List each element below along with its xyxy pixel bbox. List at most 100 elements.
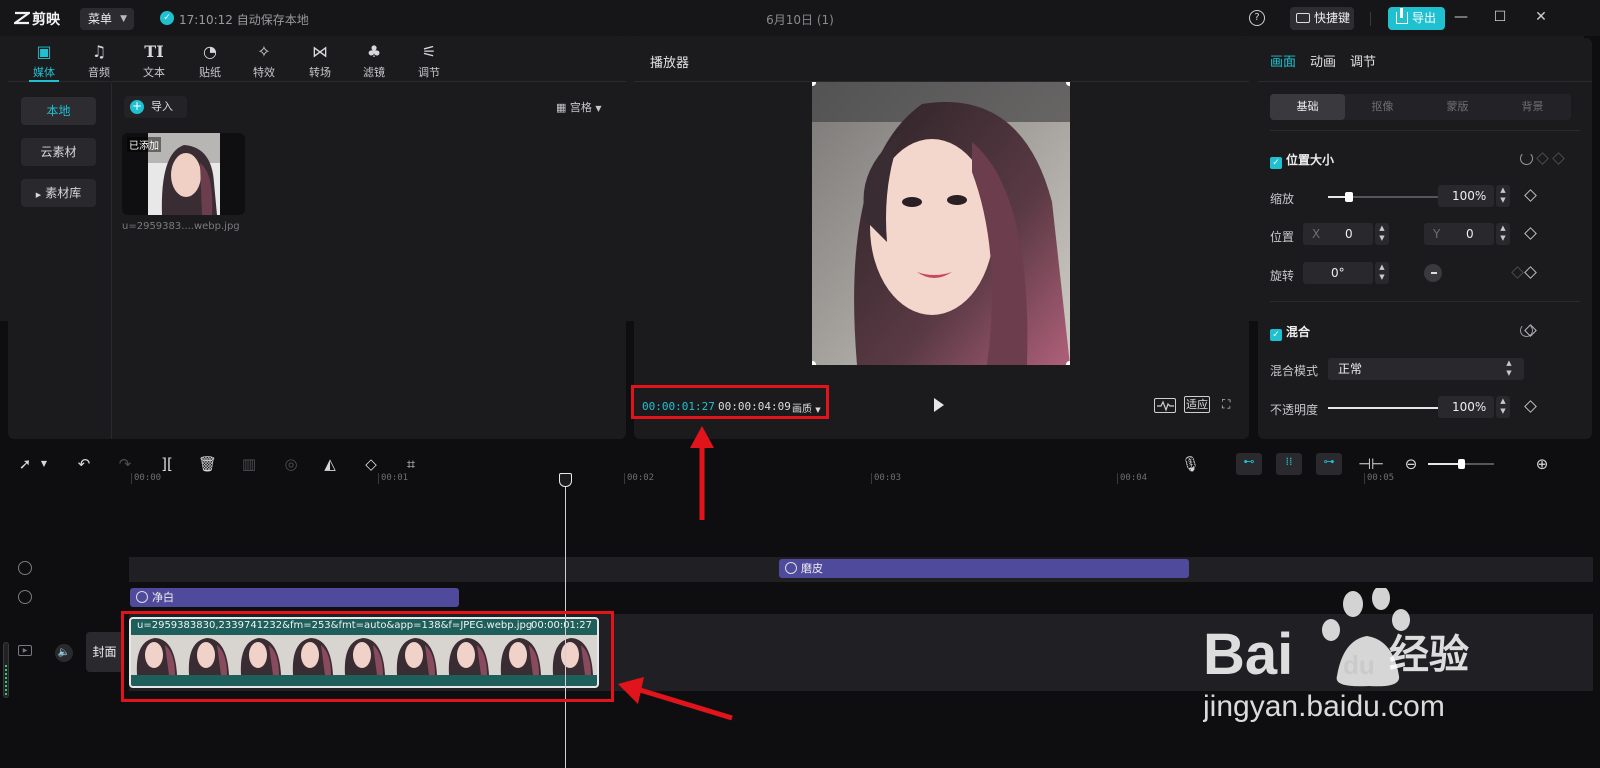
divider xyxy=(1270,301,1580,302)
zoom-in-icon[interactable]: ⊕ xyxy=(1533,455,1551,473)
blend-mode-select[interactable]: 正常 xyxy=(1328,358,1524,380)
video-preview[interactable] xyxy=(812,82,1070,365)
resize-handle[interactable] xyxy=(1066,361,1070,365)
tab-label: 媒体 xyxy=(33,66,55,79)
magnet-icon[interactable]: ⊷ xyxy=(1236,453,1262,475)
slider-handle[interactable] xyxy=(1344,192,1353,202)
fullscreen-icon[interactable]: ⛶ xyxy=(1222,397,1236,411)
add-keyframe-icon[interactable] xyxy=(1524,400,1537,413)
reset-icon[interactable] xyxy=(1520,152,1533,165)
effect-clip-skin-smoothing[interactable]: 磨皮 xyxy=(779,559,1189,578)
sidebar-item-cloud[interactable]: 云素材 xyxy=(21,138,96,166)
add-keyframe-icon[interactable] xyxy=(1524,266,1537,279)
scale-slider[interactable] xyxy=(1328,192,1444,202)
position-label: 位置 xyxy=(1270,230,1295,244)
microphone-icon[interactable]: 🎙 xyxy=(1181,455,1200,473)
tab-label: 文本 xyxy=(143,66,165,79)
fit-button[interactable]: 适应 xyxy=(1184,396,1210,413)
align-icon[interactable]: ⊣⊢ xyxy=(1358,455,1384,473)
close-icon[interactable]: ✕ xyxy=(1533,9,1549,25)
scale-stepper[interactable]: ▲ ▼ xyxy=(1496,185,1510,207)
checkbox-checked-icon[interactable]: ✓ xyxy=(1270,157,1282,169)
add-keyframe-icon[interactable] xyxy=(1524,227,1537,240)
subtab-background[interactable]: 背景 xyxy=(1495,94,1570,120)
rotate-input[interactable]: 0° xyxy=(1303,262,1373,284)
subtab-cutout[interactable]: 抠像 xyxy=(1345,94,1420,120)
tab-transition[interactable]: ⋈ 转场 xyxy=(295,42,345,82)
subtab-basic[interactable]: 基础 xyxy=(1270,94,1345,120)
link-icon[interactable]: ⁞⁞ xyxy=(1276,453,1302,475)
opacity-stepper[interactable]: ▲ ▼ xyxy=(1496,396,1510,418)
sidebar-item-library[interactable]: ▶ 素材库 xyxy=(21,179,96,207)
effect-track-icon xyxy=(18,590,32,604)
ruler-label: 00:03 xyxy=(874,473,902,483)
tab-animation[interactable]: 动画 xyxy=(1310,51,1336,70)
effect-icon xyxy=(136,591,148,603)
tab-label: 音频 xyxy=(88,66,110,79)
ruler-tick xyxy=(378,473,379,484)
mirror-icon[interactable]: ◭ xyxy=(321,455,339,473)
rotation-dial-icon[interactable] xyxy=(1424,264,1442,282)
undo-icon[interactable]: ↶ xyxy=(75,455,93,473)
keyframe-icon[interactable] xyxy=(1536,152,1549,165)
minimize-icon[interactable]: — xyxy=(1453,9,1469,25)
chevron-down-icon: ▼ xyxy=(120,14,127,24)
help-icon[interactable]: ? xyxy=(1249,10,1265,26)
zoom-slider[interactable] xyxy=(1428,459,1494,469)
tab-audio[interactable]: ♫ 音频 xyxy=(74,42,124,82)
resize-handle[interactable] xyxy=(812,361,816,365)
cover-button[interactable]: 封面 xyxy=(86,632,123,672)
effects-icon: ✧ xyxy=(257,42,271,61)
sidebar-item-local[interactable]: 本地 xyxy=(21,97,96,125)
media-thumbnail[interactable]: 已添加 xyxy=(122,133,245,215)
tab-adjust[interactable]: 调节 xyxy=(1350,51,1376,70)
preview-axis-icon[interactable]: ⊶ xyxy=(1316,453,1342,475)
blend-header[interactable]: ✓ 混合 xyxy=(1270,323,1310,341)
import-button[interactable]: + 导入 xyxy=(124,96,187,118)
speaker-icon[interactable]: 🔈 xyxy=(55,644,73,662)
subtab-mask[interactable]: 蒙版 xyxy=(1420,94,1495,120)
shortcut-button[interactable]: 快捷键 xyxy=(1290,7,1354,30)
quality-dropdown[interactable]: 画质 ▼ xyxy=(792,400,821,415)
opacity-input[interactable]: 100% xyxy=(1438,396,1494,418)
blend-mode-dropdown[interactable]: ▲ ▼ xyxy=(1502,358,1516,380)
maximize-icon[interactable]: ☐ xyxy=(1492,9,1508,25)
total-timecode: 00:00:04:09 xyxy=(718,400,791,413)
export-button[interactable]: 导出 xyxy=(1388,7,1445,30)
tab-text[interactable]: TI 文本 xyxy=(129,42,179,82)
position-size-header[interactable]: ✓ 位置大小 xyxy=(1270,151,1334,169)
checkbox-checked-icon[interactable]: ✓ xyxy=(1270,329,1282,341)
scale-input[interactable]: 100% xyxy=(1438,185,1494,207)
rotate-stepper[interactable]: ▲ ▼ xyxy=(1375,262,1389,284)
position-x-input[interactable]: X 0 xyxy=(1303,223,1373,245)
current-timecode: 00:00:01:27 xyxy=(642,400,715,413)
menu-button[interactable]: 菜单 ▼ xyxy=(80,8,134,30)
tab-label: 贴纸 xyxy=(199,66,221,79)
tab-effects[interactable]: ✧ 特效 xyxy=(239,42,289,82)
zoom-out-icon[interactable]: ⊖ xyxy=(1402,455,1420,473)
keyframe-icon[interactable] xyxy=(1552,152,1565,165)
add-keyframe-icon[interactable] xyxy=(1524,189,1537,202)
resize-handle[interactable] xyxy=(1066,82,1070,86)
select-tool-icon[interactable]: ➚ xyxy=(16,455,34,473)
slider-handle[interactable] xyxy=(1458,459,1465,469)
tab-adjust[interactable]: ⚟ 调节 xyxy=(404,42,454,82)
position-x-stepper[interactable]: ▲ ▼ xyxy=(1375,223,1389,245)
playhead-handle[interactable] xyxy=(559,473,572,487)
effect-clip-whitening[interactable]: 净白 xyxy=(130,588,459,607)
crop-icon[interactable]: ⌗ xyxy=(402,455,420,473)
view-mode-dropdown[interactable]: ▦ 宫格 ▼ xyxy=(556,99,602,115)
tab-filter[interactable]: ♣ 滤镜 xyxy=(349,42,399,82)
position-y-input[interactable]: Y 0 xyxy=(1424,223,1494,245)
tab-picture[interactable]: 画面 xyxy=(1270,51,1296,70)
waveform-icon[interactable] xyxy=(1154,398,1176,413)
chevron-down-icon[interactable]: ▼ xyxy=(38,455,50,473)
play-icon[interactable] xyxy=(934,398,944,412)
opacity-slider[interactable] xyxy=(1328,403,1448,413)
rotate-icon[interactable]: ◇ xyxy=(362,455,380,473)
tab-sticker[interactable]: ◔ 贴纸 xyxy=(185,42,235,82)
delete-icon[interactable]: 🗑 xyxy=(198,455,217,473)
position-y-stepper[interactable]: ▲ ▼ xyxy=(1496,223,1510,245)
split-icon[interactable]: ][ xyxy=(158,455,176,473)
tab-media[interactable]: ▣ 媒体 xyxy=(19,42,69,82)
